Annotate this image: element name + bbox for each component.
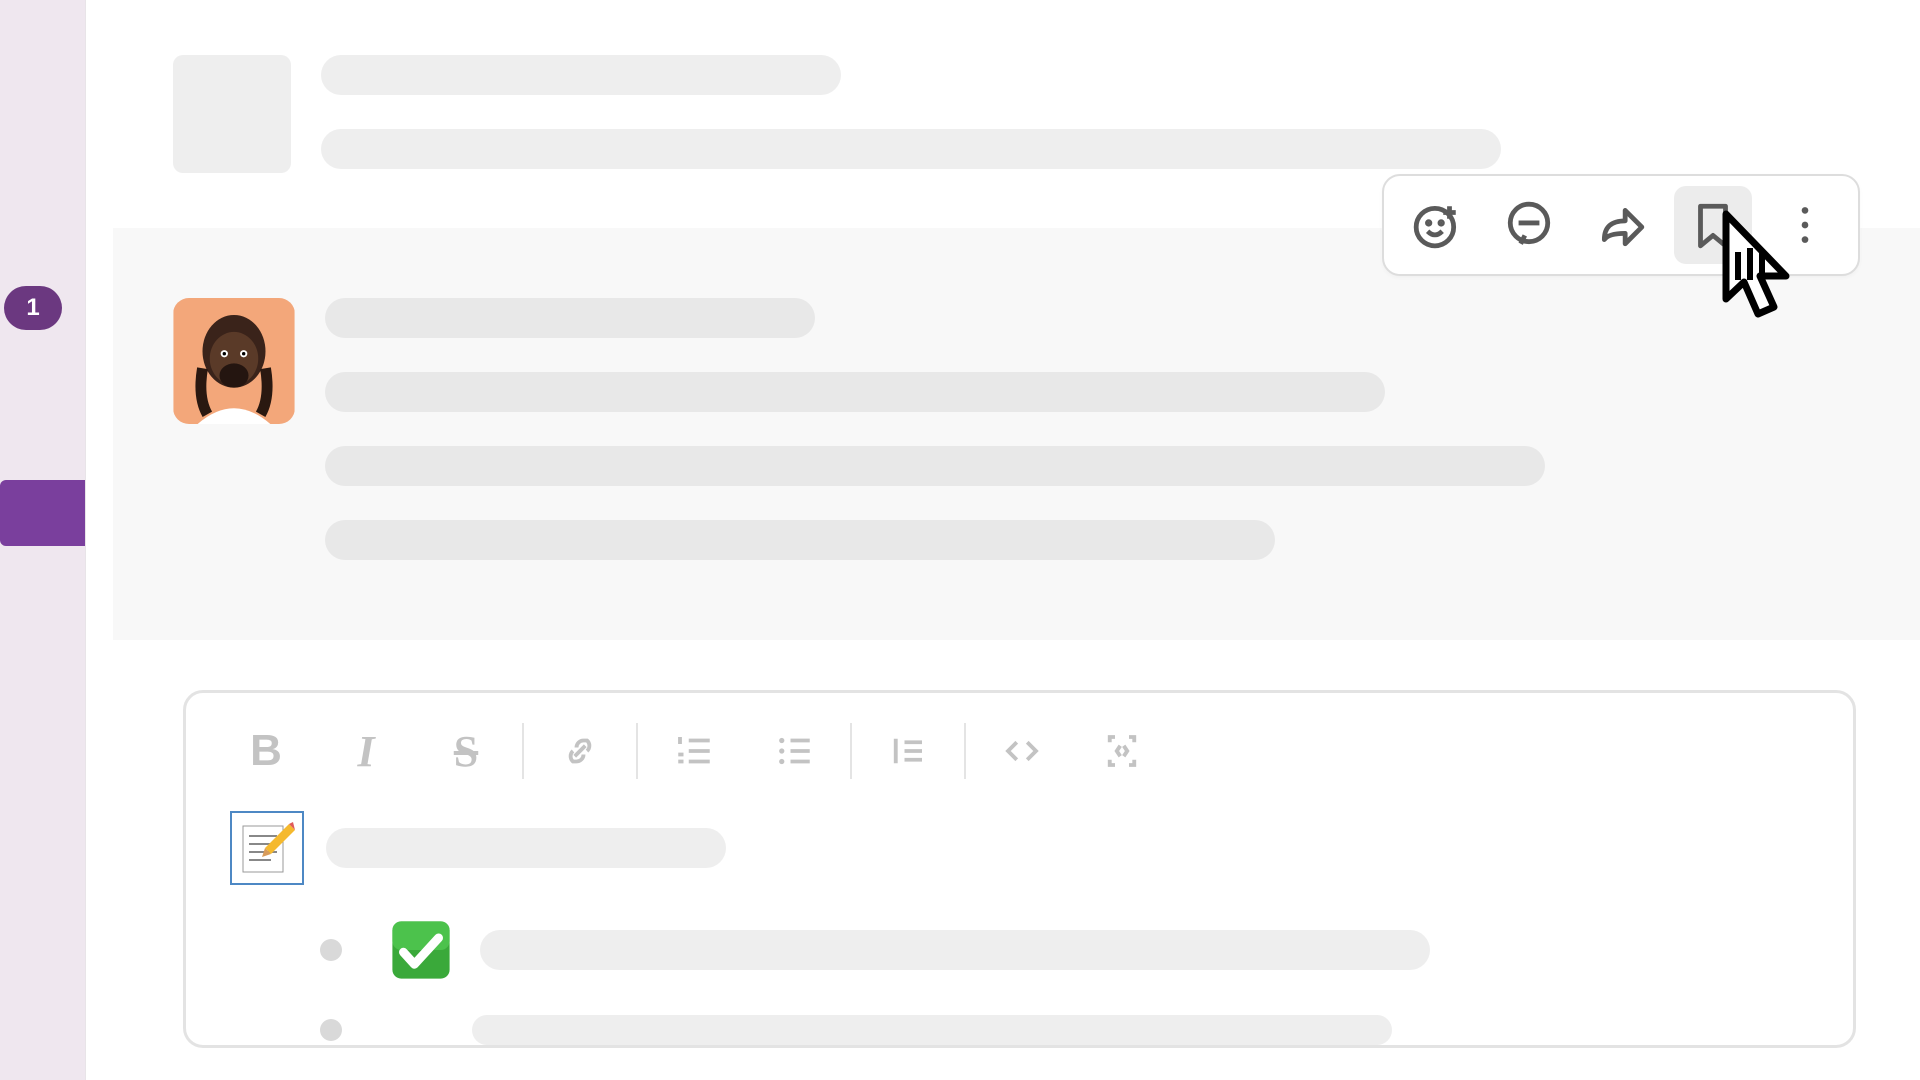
- text-placeholder: [321, 55, 841, 95]
- emoji-add-icon: [1412, 200, 1462, 250]
- share-message-button[interactable]: [1582, 186, 1660, 264]
- bullet-list-icon: [773, 730, 815, 772]
- blockquote-icon: [887, 730, 929, 772]
- toolbar-divider: [636, 723, 638, 779]
- code-button[interactable]: [972, 721, 1072, 781]
- bookmark-button[interactable]: [1674, 186, 1752, 264]
- list-bullet: [320, 939, 342, 961]
- more-actions-button[interactable]: [1766, 186, 1844, 264]
- share-arrow-icon: [1596, 200, 1646, 250]
- add-reaction-button[interactable]: [1398, 186, 1476, 264]
- user-avatar[interactable]: [173, 298, 295, 424]
- formatting-toolbar: B I S: [216, 721, 1823, 781]
- workspace-rail: 1: [0, 0, 85, 1080]
- reply-thread-button[interactable]: [1490, 186, 1568, 264]
- text-placeholder: [480, 930, 1430, 970]
- message-pane: B I S: [113, 0, 1920, 1080]
- channel-sidebar-collapsed: [85, 0, 113, 1080]
- link-button[interactable]: [530, 721, 630, 781]
- ordered-list-button[interactable]: [644, 721, 744, 781]
- code-block-button[interactable]: [1072, 721, 1172, 781]
- text-placeholder: [472, 1015, 1392, 1045]
- text-placeholder: [321, 129, 1501, 169]
- rail-selected-item[interactable]: [0, 480, 85, 546]
- list-bullet: [320, 1019, 342, 1041]
- bold-button[interactable]: B: [216, 721, 316, 781]
- toolbar-divider: [964, 723, 966, 779]
- message-item-hovered: [113, 228, 1920, 640]
- bullet-list-button[interactable]: [744, 721, 844, 781]
- link-icon: [559, 730, 601, 772]
- blockquote-button[interactable]: [858, 721, 958, 781]
- memo-emoji: [230, 811, 304, 885]
- toolbar-divider: [522, 723, 524, 779]
- thread-icon: [1504, 200, 1554, 250]
- text-placeholder: [325, 298, 815, 338]
- text-placeholder: [325, 372, 1385, 412]
- italic-button[interactable]: I: [316, 721, 416, 781]
- bookmark-icon: [1688, 200, 1738, 250]
- text-placeholder: [325, 446, 1545, 486]
- app-root: 1: [0, 0, 1920, 1080]
- ordered-list-icon: [673, 730, 715, 772]
- mentions-badge[interactable]: 1: [4, 286, 62, 330]
- text-placeholder: [325, 520, 1275, 560]
- toolbar-divider: [850, 723, 852, 779]
- strikethrough-button[interactable]: S: [416, 721, 516, 781]
- text-placeholder: [326, 828, 726, 868]
- message-actions-toolbar: [1382, 174, 1860, 276]
- message-composer[interactable]: B I S: [183, 690, 1856, 1048]
- check-emoji: [384, 913, 458, 987]
- code-block-icon: [1101, 730, 1143, 772]
- more-vertical-icon: [1780, 200, 1830, 250]
- code-icon: [1001, 730, 1043, 772]
- avatar-placeholder: [173, 55, 291, 173]
- composer-body[interactable]: [216, 811, 1823, 1045]
